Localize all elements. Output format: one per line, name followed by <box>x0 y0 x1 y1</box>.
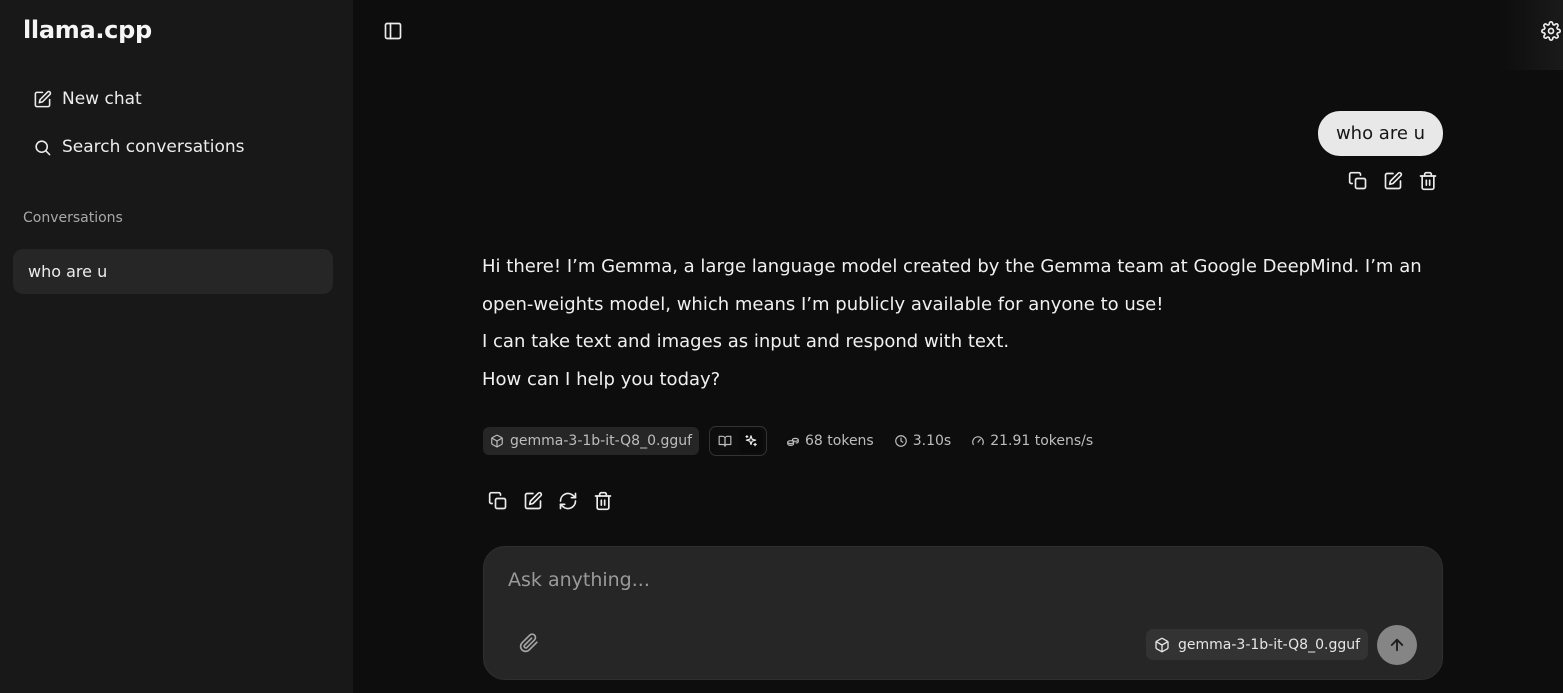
view-mode-toggle <box>709 425 768 456</box>
book-icon <box>718 435 732 447</box>
clock-icon <box>894 434 907 447</box>
user-delete-button[interactable] <box>1417 170 1439 192</box>
message-composer: gemma-3-1b-it-Q8_0.gguf <box>483 546 1443 680</box>
sidebar: llama.cpp New chat Search conversations … <box>0 0 353 693</box>
gauge-icon <box>972 435 984 445</box>
app-title: llama.cpp <box>23 16 152 44</box>
search-conversations-button[interactable]: Search conversations <box>24 129 324 165</box>
send-button[interactable] <box>1377 625 1417 665</box>
generation-speed-label: 21.91 tokens/s <box>990 432 1094 449</box>
read-mode-button[interactable] <box>713 429 737 453</box>
message-meta: gemma-3-1b-it-Q8_0.gguf 68 tokens 3.10s … <box>483 425 1093 456</box>
model-badge-label: gemma-3-1b-it-Q8_0.gguf <box>510 432 693 449</box>
message-input[interactable] <box>508 565 1388 595</box>
user-message-text: who are u <box>1335 123 1426 144</box>
trash-icon <box>594 491 612 511</box>
pencil-icon <box>1384 171 1403 190</box>
generation-time: 3.10s <box>894 433 951 449</box>
new-chat-button[interactable]: New chat <box>24 81 324 117</box>
attach-file-button[interactable] <box>518 632 540 654</box>
search-icon <box>35 139 51 155</box>
gear-icon <box>1541 21 1561 41</box>
model-selector[interactable]: gemma-3-1b-it-Q8_0.gguf <box>1146 629 1369 660</box>
user-copy-button[interactable] <box>1347 170 1369 192</box>
user-message-bubble: who are u <box>1318 111 1443 156</box>
conversation-title: who are u <box>28 262 108 281</box>
panel-left-icon <box>384 22 402 40</box>
conversations-heading: Conversations <box>23 210 123 226</box>
generation-speed: 21.91 tokens/s <box>971 433 1093 449</box>
copy-icon <box>1348 171 1367 190</box>
app-root: llama.cpp New chat Search conversations … <box>0 0 1563 693</box>
user-edit-button[interactable] <box>1382 170 1404 192</box>
assistant-paragraph: Hi there! I’m Gemma, a large language mo… <box>482 256 1422 315</box>
cube-icon <box>491 434 503 447</box>
token-count: 68 tokens <box>786 433 874 449</box>
assistant-delete-button[interactable] <box>592 490 614 512</box>
paperclip-icon <box>519 633 538 653</box>
new-chat-label: New chat <box>62 89 142 109</box>
token-stack-icon <box>787 437 799 446</box>
assistant-copy-button[interactable] <box>487 490 509 512</box>
model-badge: gemma-3-1b-it-Q8_0.gguf <box>483 426 700 455</box>
settings-button[interactable] <box>1541 21 1561 41</box>
model-selector-label: gemma-3-1b-it-Q8_0.gguf <box>1178 636 1361 653</box>
generation-time-label: 3.10s <box>912 432 952 449</box>
sparkles-icon <box>745 434 757 446</box>
assistant-edit-button[interactable] <box>522 490 544 512</box>
square-pen-icon <box>34 90 52 107</box>
assistant-paragraph: I can take text and images as input and … <box>482 331 1010 352</box>
sidebar-toggle-button[interactable] <box>381 19 405 43</box>
trash-icon <box>1419 171 1437 191</box>
refresh-icon <box>559 492 577 510</box>
copy-icon <box>488 491 507 510</box>
cube-icon <box>1155 637 1169 652</box>
assistant-message: Hi there! I’m Gemma, a large language mo… <box>482 248 1422 398</box>
assistant-paragraph: How can I help you today? <box>482 368 721 390</box>
search-conversations-label: Search conversations <box>62 137 245 157</box>
conversation-item[interactable]: who are u <box>13 249 333 294</box>
regenerate-button[interactable] <box>557 490 579 512</box>
pencil-icon <box>524 491 543 510</box>
arrow-up-icon <box>1390 638 1404 652</box>
sparkle-mode-button[interactable] <box>739 428 764 453</box>
token-count-label: 68 tokens <box>805 432 874 449</box>
